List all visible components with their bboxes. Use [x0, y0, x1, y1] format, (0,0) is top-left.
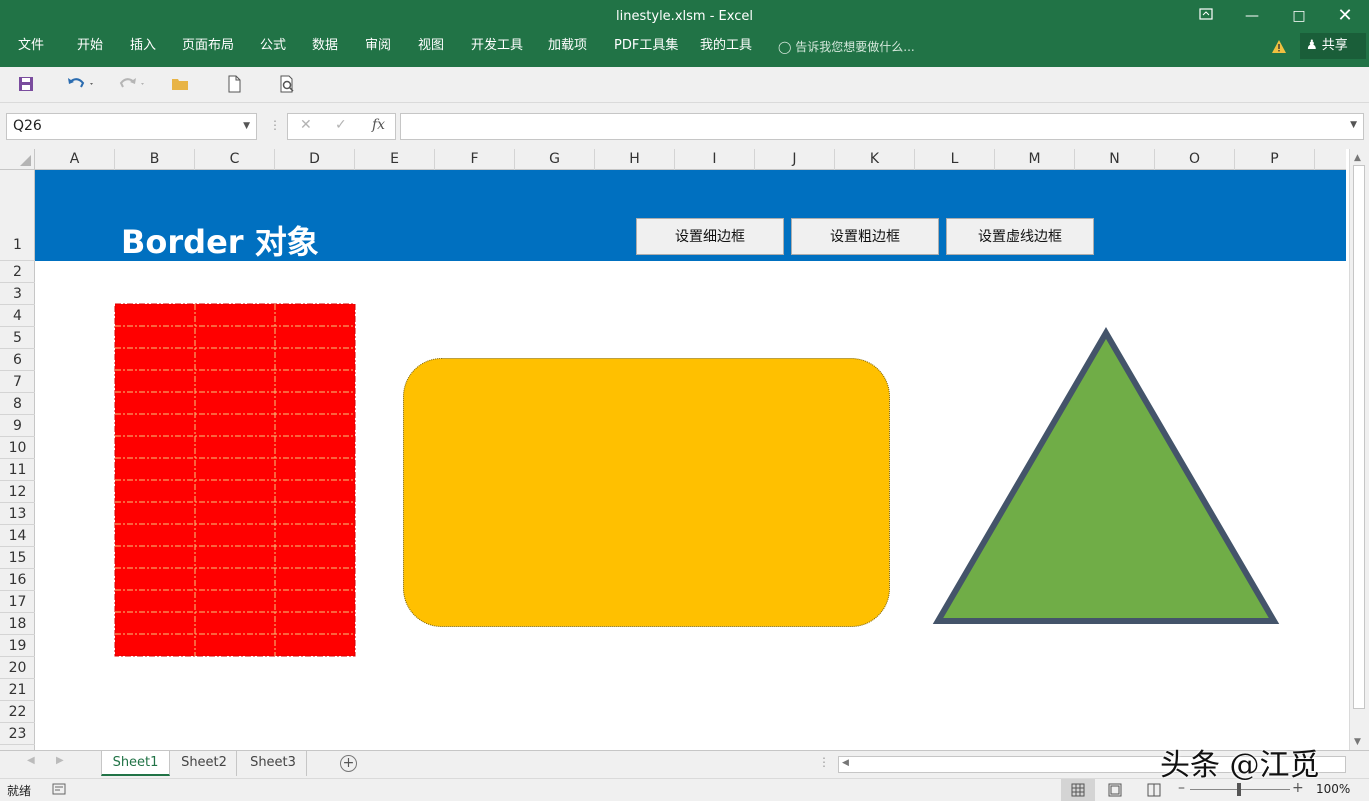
undo-icon[interactable] — [65, 74, 93, 96]
normal-view-icon[interactable] — [1061, 779, 1095, 801]
menu-item-page-layout[interactable]: 页面布局 — [182, 36, 234, 56]
page-break-view-icon[interactable] — [1146, 783, 1162, 800]
maximize-icon[interactable]: □ — [1276, 4, 1322, 28]
new-document-icon[interactable] — [224, 74, 246, 96]
redo-icon — [116, 74, 144, 96]
shapes-layer — [114, 303, 1280, 657]
share-button[interactable]: ♟ 共享 — [1300, 33, 1366, 59]
cancel-icon[interactable]: ✕ — [300, 117, 312, 133]
formula-buttons: ✕ ✓ fx — [287, 113, 396, 140]
status-ready: 就绪 — [7, 784, 32, 798]
window-title: linestyle.xlsm - Excel — [616, 9, 753, 24]
vertical-scrollbar[interactable]: ▲ ▼ — [1349, 149, 1369, 750]
menu-item-review[interactable]: 审阅 — [365, 36, 391, 56]
page-layout-view-icon[interactable] — [1107, 783, 1123, 800]
more-icon[interactable]: ⋮ — [269, 118, 281, 132]
insert-function-icon[interactable]: fx — [372, 117, 385, 133]
close-icon[interactable]: ✕ — [1322, 4, 1368, 28]
menu-item-my-tools[interactable]: 我的工具 — [700, 36, 752, 56]
zoom-level[interactable]: 100% — [1316, 782, 1350, 796]
name-box-value: Q26 — [13, 118, 42, 134]
menu-item-view[interactable]: 视图 — [418, 36, 444, 56]
scroll-down-icon[interactable]: ▼ — [1354, 737, 1361, 747]
expand-formula-icon[interactable]: ▼ — [1350, 120, 1357, 130]
split-handle-icon[interactable]: ⋮ — [818, 755, 830, 769]
triangle-shape[interactable] — [932, 327, 1280, 624]
prev-sheet-icon[interactable]: ◀ — [27, 755, 35, 766]
title-bar: linestyle.xlsm - Excel — □ ✕ 文件 开始 插入 页面… — [0, 0, 1369, 67]
menu-item-data[interactable]: 数据 — [312, 36, 338, 56]
warning-icon[interactable] — [1271, 39, 1287, 54]
ribbon-display-icon[interactable] — [1183, 4, 1229, 28]
open-folder-icon[interactable] — [170, 74, 192, 96]
menu-item-file[interactable]: 文件 — [18, 36, 44, 56]
menu-item-developer[interactable]: 开发工具 — [471, 36, 523, 56]
menu-item-addins[interactable]: 加载项 — [548, 36, 587, 56]
quick-access-toolbar — [0, 67, 1369, 103]
scroll-up-icon[interactable]: ▲ — [1354, 153, 1361, 163]
red-range-b4-d19[interactable] — [114, 303, 356, 657]
chevron-down-icon[interactable]: ▼ — [243, 114, 250, 139]
lightbulb-icon: ◯ — [778, 40, 792, 54]
tab-sheet2[interactable]: Sheet2 — [172, 751, 237, 776]
tell-me-box[interactable]: ◯ 告诉我您想要做什么... — [778, 38, 915, 55]
menu-item-formulas[interactable]: 公式 — [260, 36, 286, 56]
share-label: 共享 — [1321, 38, 1348, 53]
print-preview-icon[interactable] — [277, 74, 299, 96]
zoom-slider-thumb[interactable] — [1237, 783, 1241, 796]
formula-input[interactable]: ▼ — [400, 113, 1364, 140]
person-icon: ♟ — [1306, 38, 1318, 53]
worksheet-grid[interactable]: ABCDEFGHIJKLMNOP 1 2 3 4 5 6 7 8 9 10 11 12 13 14 15 16… — [0, 149, 1369, 750]
macro-record-icon[interactable] — [52, 783, 66, 798]
minimize-icon[interactable]: — — [1229, 4, 1275, 28]
menu-item-pdf-tools[interactable]: PDF工具集 — [614, 36, 678, 56]
formula-bar: Q26 ▼ ⋮ ✕ ✓ fx ▼ — [0, 103, 1369, 149]
scroll-thumb[interactable] — [1353, 165, 1365, 709]
rounded-rectangle-shape[interactable] — [403, 358, 890, 627]
tell-me-text: 告诉我您想要做什么... — [795, 40, 915, 54]
watermark-text: 头条 @江觅 — [1160, 748, 1320, 783]
tab-sheet3[interactable]: Sheet3 — [240, 751, 307, 776]
tab-sheet1[interactable]: Sheet1 — [101, 751, 170, 776]
name-box[interactable]: Q26 ▼ — [6, 113, 257, 140]
enter-icon[interactable]: ✓ — [335, 117, 347, 133]
menu-item-home[interactable]: 开始 — [77, 36, 103, 56]
save-icon[interactable] — [16, 74, 38, 96]
next-sheet-icon[interactable]: ▶ — [56, 755, 64, 766]
scroll-left-icon[interactable]: ◀ — [842, 758, 849, 768]
add-sheet-icon[interactable]: + — [340, 755, 357, 772]
menu-item-insert[interactable]: 插入 — [130, 36, 156, 56]
